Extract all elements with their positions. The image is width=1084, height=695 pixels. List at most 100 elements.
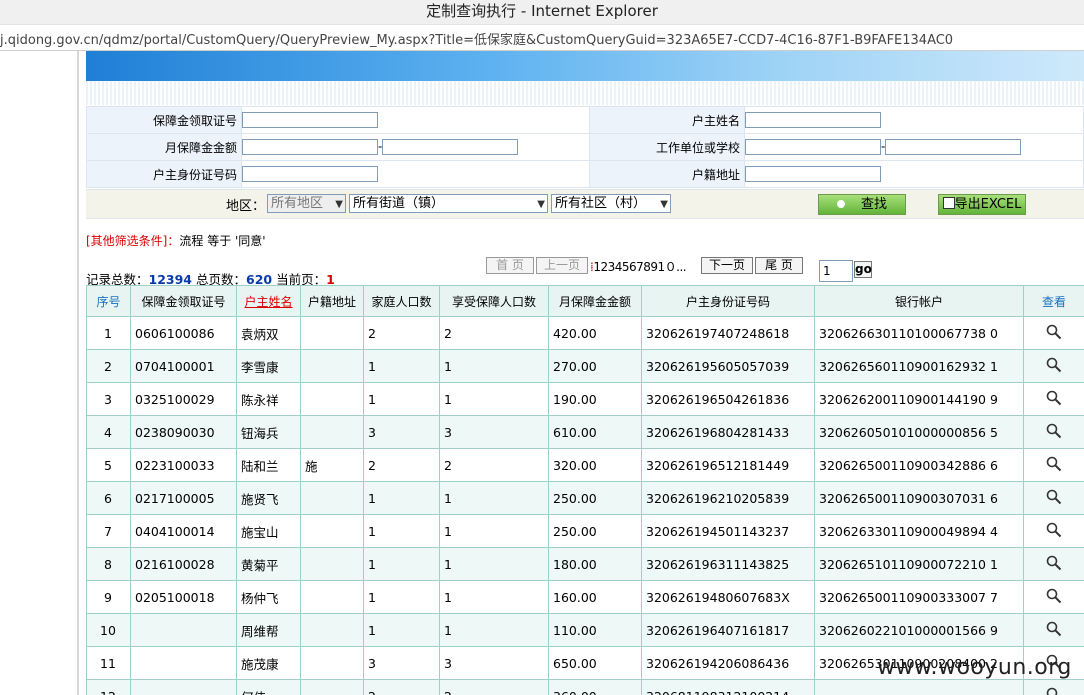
magnifier-icon[interactable] [1046,390,1062,406]
view-cell[interactable] [1023,613,1084,647]
table-cell: 施贤飞 [236,481,301,515]
table-row: 3 0325100029 陈永祥 1 1 190.00 320626196504261836… [86,382,1084,416]
view-cell[interactable] [1023,514,1084,548]
other-conditions-label: [其他筛选条件]： [86,234,180,248]
address-bar[interactable]: j.qidong.gov.cn/qdmz/portal/CustomQuery/… [0,24,1084,51]
table-cell: 3 [439,415,549,449]
cert-input[interactable] [242,112,378,128]
table-cell: 1 [363,382,440,416]
amount-min-input[interactable] [242,139,378,155]
table-cell: 320626050101000000856 5 [814,415,1024,449]
magnifier-icon[interactable] [1046,489,1062,505]
table-cell [300,382,364,416]
search-icon [836,200,845,208]
table-cell: 2 [363,316,440,350]
table-cell: 0216100028 [130,547,237,581]
table-cell: 420.00 [548,316,642,350]
column-header: 享受保障人口数 [439,285,549,317]
next-page-button[interactable]: 下一页 [701,257,753,274]
table-cell: 320626194501143237 [641,514,815,548]
page-links[interactable]: ⁞1234567891０... [590,258,687,275]
table-cell: 650.00 [548,646,642,680]
table-row: 12何伟22360.00320681198312100214 [86,679,1084,695]
table-cell [300,646,364,680]
goto-button[interactable]: go [854,261,872,278]
last-page-button[interactable]: 尾 页 [755,257,803,274]
table-cell: 9 [86,580,131,614]
table-cell: 250.00 [548,514,642,548]
id-number-label: 户主身份证号码 [86,160,242,188]
page-number-links[interactable]: 1234567891０... [593,260,686,274]
view-cell[interactable] [1023,316,1084,350]
magnifier-icon[interactable] [1046,357,1062,373]
table-row: 10 周维帮 1 1 110.00 320626196407161817 320626022… [86,613,1084,647]
table-cell: 3 [86,382,131,416]
table-cell: 320626196311143825 [641,547,815,581]
table-cell: 3 [363,415,440,449]
table-cell: 袁炳双 [236,316,301,350]
table-cell [300,415,364,449]
table-cell: 2 [439,316,549,350]
work-unit-min-input[interactable] [745,139,881,155]
table-cell: 1 [363,580,440,614]
view-cell[interactable] [1023,349,1084,383]
owner-name-input[interactable] [745,112,881,128]
table-row: 5 0223100033 陆和兰施 2 2 320.00 32062619651218144… [86,448,1084,482]
view-cell[interactable] [1023,415,1084,449]
table-cell: 2 [439,448,549,482]
id-number-input[interactable] [242,166,378,182]
table-cell: 1 [363,349,440,383]
table-cell: 320626510110900072210 1 [814,547,1024,581]
table-cell: 周维帮 [236,613,301,647]
column-header: 户籍地址 [300,285,364,317]
magnifier-icon[interactable] [1046,324,1062,340]
table-cell [130,613,237,647]
view-cell[interactable] [1023,547,1084,581]
table-cell: 杨仲飞 [236,580,301,614]
area-select[interactable]: 所有地区 ▼ [267,194,346,213]
magnifier-icon[interactable] [1046,423,1062,439]
header-banner [86,51,1084,105]
magnifier-icon[interactable] [1046,522,1062,538]
search-button[interactable]: 查找 [818,194,906,215]
street-select-value: 所有街道（镇） [353,196,445,211]
table-cell [300,316,364,350]
magnifier-icon[interactable] [1046,555,1062,571]
table-cell: 11 [86,646,131,680]
table-cell: 180.00 [548,547,642,581]
magnifier-icon[interactable] [1046,621,1062,637]
table-cell: 3 [363,646,440,680]
filter-form: 保障金领取证号 户主姓名 月保障金金额 - 工作单位或学校 - 户主身份证号码 … [86,106,1084,188]
household-addr-input[interactable] [745,166,881,182]
table-cell: 6 [86,481,131,515]
view-cell[interactable] [1023,580,1084,614]
table-cell: 7 [86,514,131,548]
magnifier-icon[interactable] [1046,588,1062,604]
magnifier-icon[interactable] [1046,456,1062,472]
export-excel-button[interactable]: 导出EXCEL [938,194,1026,215]
first-page-button[interactable]: 首 页 [486,257,534,274]
view-cell[interactable] [1023,481,1084,515]
column-header[interactable]: 查看 [1023,285,1084,317]
magnifier-icon[interactable] [1046,687,1062,695]
street-select[interactable]: 所有街道（镇） ▼ [349,194,548,213]
view-cell[interactable] [1023,448,1084,482]
view-cell[interactable] [1023,382,1084,416]
table-cell: 32062619480607683X [641,580,815,614]
amount-max-input[interactable] [382,139,519,155]
address-url[interactable]: j.qidong.gov.cn/qdmz/portal/CustomQuery/… [0,29,953,48]
table-cell: 0205100018 [130,580,237,614]
goto-page-input[interactable]: 1 [819,260,853,282]
table-cell: 250.00 [548,481,642,515]
community-select[interactable]: 所有社区（村） ▼ [551,194,671,213]
view-cell[interactable] [1023,679,1084,695]
prev-page-button[interactable]: 上一页 [536,257,588,274]
table-cell [130,679,237,695]
table-cell [300,349,364,383]
work-unit-max-input[interactable] [885,139,1022,155]
column-header[interactable]: 户主姓名 [236,285,301,317]
table-cell: 8 [86,547,131,581]
work-unit-label: 工作单位或学校 [589,133,745,161]
table-cell: 320626196504261836 [641,382,815,416]
table-cell [300,481,364,515]
